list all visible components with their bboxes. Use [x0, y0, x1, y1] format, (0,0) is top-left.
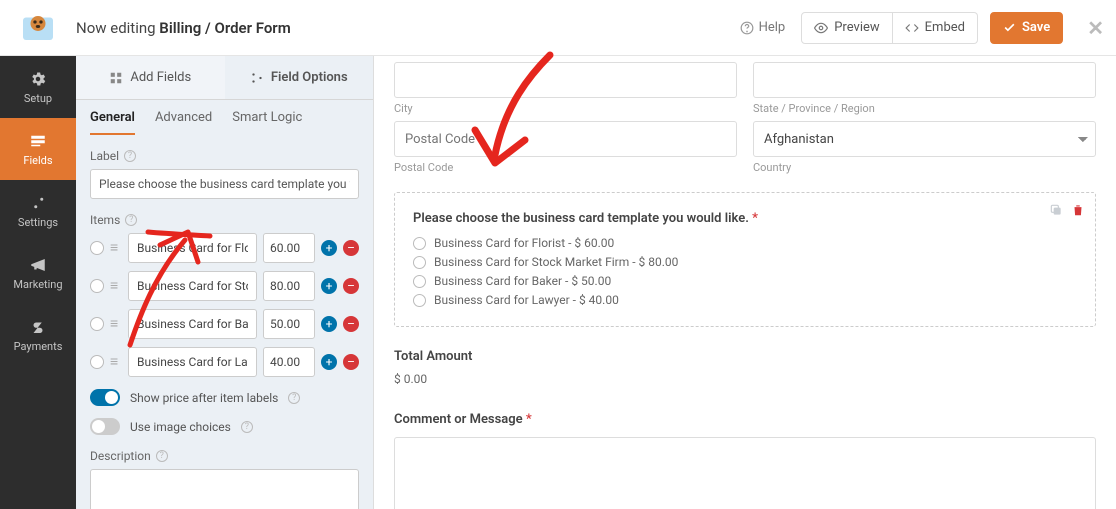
rail-payments-label: Payments — [14, 340, 63, 353]
state-sublabel: State / Province / Region — [753, 102, 1096, 115]
selected-field-block[interactable]: Please choose the business card template… — [394, 192, 1096, 327]
item-row: ≡ + – — [90, 233, 359, 263]
toggle-show-price[interactable] — [90, 389, 120, 406]
toggle-image-choices-label: Use image choices — [130, 420, 231, 434]
rail-setup-label: Setup — [24, 92, 52, 105]
drag-handle-icon[interactable]: ≡ — [110, 279, 122, 293]
item-default-radio[interactable] — [90, 355, 104, 369]
label-input[interactable] — [90, 169, 359, 199]
embed-button[interactable]: Embed — [893, 12, 978, 44]
total-label: Total Amount — [394, 349, 1096, 364]
tab-field-options[interactable]: Field Options — [225, 56, 374, 99]
comment-label: Comment or Message * — [394, 412, 1096, 427]
state-input[interactable] — [753, 62, 1096, 98]
item-name-input[interactable] — [128, 271, 257, 301]
help-icon[interactable]: ? — [241, 421, 253, 433]
add-item-button[interactable]: + — [321, 316, 337, 332]
drag-handle-icon[interactable]: ≡ — [110, 317, 122, 331]
field-title: Please choose the business card template… — [413, 211, 758, 226]
description-textarea[interactable] — [90, 469, 359, 509]
item-price-input[interactable] — [263, 347, 315, 377]
toggle-show-price-label: Show price after item labels — [130, 391, 278, 405]
save-button[interactable]: Save — [990, 12, 1063, 44]
drag-handle-icon[interactable]: ≡ — [110, 241, 122, 255]
remove-item-button[interactable]: – — [343, 354, 359, 370]
subtab-advanced[interactable]: Advanced — [155, 110, 212, 135]
wpforms-logo — [20, 10, 56, 46]
choice-option[interactable]: Business Card for Lawyer - $ 40.00 — [413, 293, 1077, 307]
rail-settings-label: Settings — [18, 216, 58, 229]
remove-item-button[interactable]: – — [343, 240, 359, 256]
help-icon[interactable]: ? — [288, 392, 300, 404]
city-sublabel: City — [394, 102, 737, 115]
rail-marketing[interactable]: Marketing — [0, 242, 76, 304]
rail-fields[interactable]: Fields — [0, 118, 76, 180]
item-row: ≡ + – — [90, 347, 359, 377]
comment-textarea[interactable] — [394, 437, 1096, 509]
items-caption: Items? — [90, 213, 359, 227]
add-item-button[interactable]: + — [321, 240, 337, 256]
help-link[interactable]: Help — [740, 20, 786, 35]
close-icon[interactable]: ✕ — [1087, 16, 1104, 40]
rail-setup[interactable]: Setup — [0, 56, 76, 118]
editing-caption: Now editing Billing / Order Form — [76, 19, 291, 37]
rail-payments[interactable]: Payments — [0, 304, 76, 366]
choice-option[interactable]: Business Card for Stock Market Firm - $ … — [413, 255, 1077, 269]
choice-option[interactable]: Business Card for Florist - $ 60.00 — [413, 236, 1077, 250]
help-icon[interactable]: ? — [124, 150, 136, 162]
item-row: ≡ + – — [90, 271, 359, 301]
description-caption: Description? — [90, 449, 359, 463]
help-icon[interactable]: ? — [156, 450, 168, 462]
label-caption: Label? — [90, 149, 359, 163]
subtab-general[interactable]: General — [90, 110, 135, 135]
item-price-input[interactable] — [263, 233, 315, 263]
choice-option[interactable]: Business Card for Baker - $ 50.00 — [413, 274, 1077, 288]
preview-button[interactable]: Preview — [801, 12, 892, 44]
item-price-input[interactable] — [263, 271, 315, 301]
item-row: ≡ + – — [90, 309, 359, 339]
duplicate-icon[interactable] — [1049, 203, 1063, 217]
remove-item-button[interactable]: – — [343, 278, 359, 294]
postal-sublabel: Postal Code — [394, 161, 737, 174]
item-name-input[interactable] — [128, 309, 257, 339]
trash-icon[interactable] — [1071, 203, 1085, 217]
item-default-radio[interactable] — [90, 279, 104, 293]
toggle-image-choices[interactable] — [90, 418, 120, 435]
rail-marketing-label: Marketing — [13, 278, 62, 291]
item-default-radio[interactable] — [90, 241, 104, 255]
country-sublabel: Country — [753, 161, 1096, 174]
item-default-radio[interactable] — [90, 317, 104, 331]
country-select[interactable]: Afghanistan — [753, 121, 1096, 157]
remove-item-button[interactable]: – — [343, 316, 359, 332]
total-value: $ 0.00 — [394, 372, 1096, 386]
add-item-button[interactable]: + — [321, 278, 337, 294]
item-name-input[interactable] — [128, 347, 257, 377]
drag-handle-icon[interactable]: ≡ — [110, 355, 122, 369]
help-icon[interactable]: ? — [125, 214, 137, 226]
rail-fields-label: Fields — [23, 154, 52, 167]
add-item-button[interactable]: + — [321, 354, 337, 370]
rail-settings[interactable]: Settings — [0, 180, 76, 242]
item-price-input[interactable] — [263, 309, 315, 339]
subtab-smart-logic[interactable]: Smart Logic — [232, 110, 302, 135]
postal-input[interactable] — [394, 121, 737, 157]
item-name-input[interactable] — [128, 233, 257, 263]
tab-add-fields[interactable]: Add Fields — [76, 56, 225, 99]
city-input[interactable] — [394, 62, 737, 98]
